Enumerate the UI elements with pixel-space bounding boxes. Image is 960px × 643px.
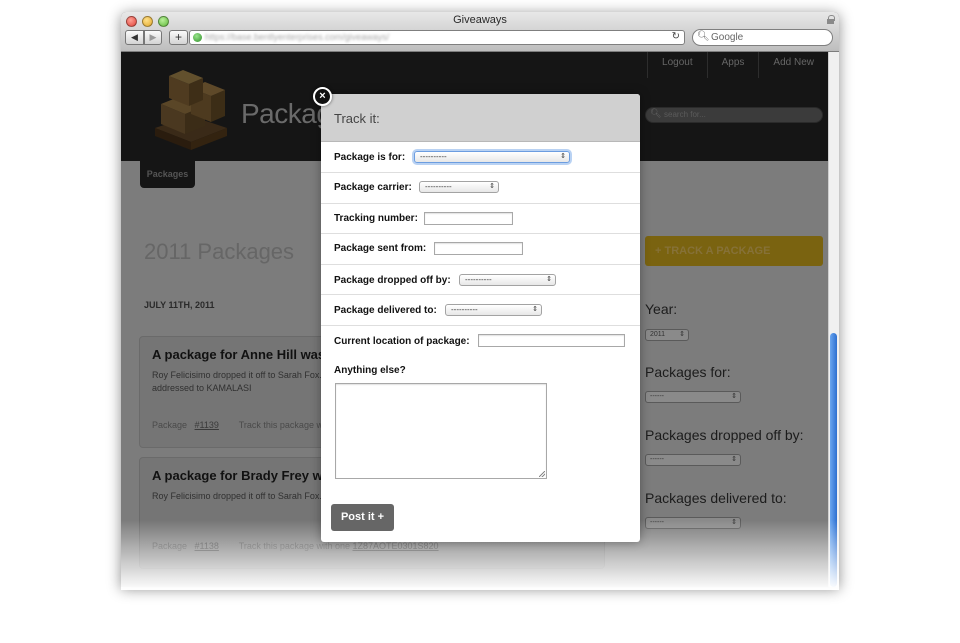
field-row-tracking: Tracking number: — [321, 204, 640, 234]
package-card-title[interactable]: A package for Brady Frey w — [152, 468, 323, 483]
package-for-select-value: ---------- — [420, 152, 447, 161]
package-label: Package — [152, 420, 188, 430]
track-it-modal: Track it: Package is for: ---------- ⇕ Pa… — [321, 94, 640, 542]
anything-else-label: Anything else? — [334, 365, 406, 376]
post-it-button[interactable]: Post it + — [331, 504, 394, 531]
dropped-off-value: ------ — [650, 456, 664, 463]
modal-title: Track it: — [334, 111, 380, 126]
package-card-title[interactable]: A package for Anne Hill was — [152, 347, 325, 362]
select-arrow-icon: ⇕ — [679, 331, 685, 338]
resize-handle-icon[interactable] — [539, 471, 545, 477]
reload-icon[interactable]: ↻ — [672, 31, 680, 42]
track-text: Track this package with one — [238, 541, 350, 551]
search-icon: 🔍︎ — [697, 31, 710, 42]
dropped-by-label: Package dropped off by: — [334, 275, 451, 286]
dropped-off-label: Packages dropped off by: — [645, 427, 804, 443]
forward-arrow-icon: ▶ — [149, 32, 157, 42]
add-new-link[interactable]: Add New — [758, 52, 828, 78]
page-title: 2011 Packages — [144, 239, 295, 264]
package-for-label: Package is for: — [334, 152, 406, 163]
select-arrow-icon: ⇕ — [731, 519, 737, 526]
field-row-sent-from: Package sent from: — [321, 234, 640, 265]
anything-else-textarea[interactable] — [335, 383, 547, 479]
packages-for-value: ------ — [650, 393, 664, 400]
delivered-to-field-value: ---------- — [451, 305, 478, 314]
package-id-link[interactable]: #1138 — [195, 541, 219, 551]
packages-for-select[interactable]: ------ ⇕ — [645, 391, 741, 403]
date-heading: JULY 11TH, 2011 — [144, 300, 215, 310]
tracking-number-label: Tracking number: — [334, 213, 418, 224]
year-select[interactable]: 2011 ⇕ — [645, 329, 689, 341]
site-search-input[interactable]: 🔍︎ search for... — [645, 107, 823, 123]
package-for-select[interactable]: ---------- ⇕ — [414, 151, 570, 163]
sent-from-label: Package sent from: — [334, 243, 427, 254]
field-row-location: Current location of package: Anything el… — [321, 326, 640, 386]
packages-for-label: Packages for: — [645, 364, 731, 380]
field-row-delivered-to: Package delivered to: ---------- ⇕ — [321, 295, 640, 326]
tab-packages[interactable]: Packages — [140, 161, 195, 188]
package-id-link[interactable]: #1139 — [195, 420, 219, 430]
globe-icon — [193, 33, 202, 42]
field-row-dropped-by: Package dropped off by: ---------- ⇕ — [321, 265, 640, 295]
select-arrow-icon: ⇕ — [731, 393, 737, 400]
site-search-placeholder: search for... — [664, 110, 706, 119]
select-arrow-icon: ⇕ — [532, 306, 538, 313]
select-arrow-icon: ⇕ — [731, 456, 737, 463]
delivered-to-field-select[interactable]: ---------- ⇕ — [445, 304, 542, 316]
modal-header: Track it: — [321, 94, 640, 142]
carrier-select-value: ---------- — [425, 182, 452, 191]
packages-logo-icon — [155, 70, 227, 150]
track-text: Track this package with — [238, 420, 333, 430]
field-row-carrier: Package carrier: ---------- ⇕ — [321, 173, 640, 204]
dropped-off-select[interactable]: ------ ⇕ — [645, 454, 741, 466]
select-arrow-icon: ⇕ — [546, 276, 552, 283]
track-package-button[interactable]: + TRACK A PACKAGE — [645, 236, 823, 266]
current-location-label: Current location of package: — [334, 336, 470, 347]
window-title: Giveaways — [453, 14, 507, 26]
logout-link[interactable]: Logout — [647, 52, 707, 78]
address-bar[interactable]: https://base.bentlyenterprises.com/givea… — [189, 30, 685, 45]
browser-search-placeholder: Google — [711, 32, 744, 43]
tracking-number-input[interactable] — [424, 212, 513, 225]
package-label: Package — [152, 541, 188, 551]
delivered-to-select[interactable]: ------ ⇕ — [645, 517, 741, 529]
year-select-value: 2011 — [650, 331, 666, 338]
back-arrow-icon: ◀ — [131, 32, 138, 42]
lock-icon — [827, 15, 835, 24]
top-navigation: Logout Apps Add New — [647, 52, 828, 78]
delivered-to-field-label: Package delivered to: — [334, 305, 437, 316]
plus-icon: + — [174, 30, 182, 44]
select-arrow-icon: ⇕ — [560, 153, 566, 160]
delivered-to-label: Packages delivered to: — [645, 490, 787, 506]
scrollbar-thumb[interactable] — [830, 333, 837, 587]
browser-search-field[interactable]: 🔍︎ Google — [692, 29, 833, 46]
browser-titlebar: Giveaways ◀ ▶ + https://base.bentlyenter… — [121, 12, 839, 52]
field-row-package-for: Package is for: ---------- ⇕ — [321, 142, 640, 173]
apps-link[interactable]: Apps — [706, 52, 759, 78]
current-location-input[interactable] — [478, 334, 625, 347]
year-label: Year: — [645, 301, 678, 317]
add-bookmark-button[interactable]: + — [169, 30, 188, 45]
dropped-by-select[interactable]: ---------- ⇕ — [459, 274, 556, 286]
close-icon[interactable]: × — [313, 87, 332, 106]
select-arrow-icon: ⇕ — [489, 183, 495, 190]
forward-button[interactable]: ▶ — [144, 30, 162, 45]
back-button[interactable]: ◀ — [125, 30, 144, 45]
package-card-meta: Package #1139 Track this package with — [152, 420, 332, 430]
carrier-select[interactable]: ---------- ⇕ — [419, 181, 499, 193]
sent-from-input[interactable] — [434, 242, 523, 255]
search-icon: 🔍︎ — [650, 108, 662, 118]
carrier-label: Package carrier: — [334, 182, 412, 193]
url-text: https://base.bentlyenterprises.com/givea… — [205, 32, 390, 42]
dropped-by-select-value: ---------- — [465, 275, 492, 284]
delivered-to-value: ------ — [650, 519, 664, 526]
package-card-meta: Package #1138 Track this package with on… — [152, 541, 439, 551]
tracking-code-link[interactable]: 1Z87AOTE0301S820 — [353, 541, 439, 551]
